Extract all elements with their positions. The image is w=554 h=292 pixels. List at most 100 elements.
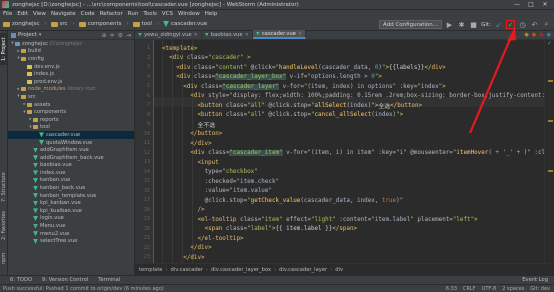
nav-crumb-file[interactable]: cascader.vue [171, 21, 207, 27]
menu-tools[interactable]: Tools [143, 11, 157, 17]
tree-file-item[interactable]: baobiao.vue [8, 162, 134, 170]
project-tool-tab[interactable]: 1: Project [0, 33, 8, 65]
tree-folder-item[interactable]: ▾ zonghejsc D:\zonghejsc [8, 40, 134, 48]
code-line[interactable]: <el-tooltip class= "item" effect= "light" … [154, 215, 544, 225]
tree-file-item[interactable]: quotaWindow.vue [8, 139, 134, 147]
code-line[interactable]: <div class= "cascader_layer" v-for= " (item… [154, 82, 544, 92]
tree-file-item[interactable]: dev.env.js [8, 63, 134, 71]
tree-file-item[interactable]: index.js [8, 70, 134, 78]
code-line[interactable]: <input [154, 158, 544, 168]
line-separator[interactable]: CRLF [463, 286, 476, 292]
nav-crumb-tool[interactable]: tool [142, 21, 152, 27]
close-icon[interactable]: ✕ [245, 32, 249, 38]
code-line[interactable]: :value= " item.value " [154, 187, 544, 197]
tree-folder-item[interactable]: ▾ config [8, 55, 134, 63]
version-control-tool-tab[interactable]: 9: Version Control [42, 277, 88, 283]
tree-file-item[interactable]: cascader.vue [8, 131, 134, 139]
code-editor[interactable]: <template> <div class= "cascader" > <div … [154, 40, 544, 263]
editor-crumb-cascader[interactable]: div.cascader [171, 267, 203, 273]
tab-yewu-zidingyi[interactable]: yewu_zidingyi.vue ✕ [135, 30, 202, 39]
tree-file-item[interactable]: index.vue [8, 169, 134, 177]
tree-folder-item[interactable]: ▸ build [8, 48, 134, 56]
code-line[interactable]: <div class= "cascader_item" v-for= " (item,… [154, 149, 544, 159]
code-line[interactable]: </el-tooltip> [154, 234, 544, 244]
tree-file-item[interactable]: menu2.vue [8, 230, 134, 238]
code-line[interactable]: <button class= "all" @click.stop= " cancel_… [154, 111, 544, 121]
tree-file-item[interactable]: login.vue [8, 215, 134, 223]
search-icon[interactable]: ⌕ [542, 20, 551, 29]
vcs-history-icon[interactable]: ◷ [518, 20, 527, 29]
tree-folder-item[interactable]: ▸ assets [8, 101, 134, 109]
tab-baobiao[interactable]: baobiao.vue ✕ [202, 30, 253, 39]
npm-tool-tab[interactable]: npm [0, 249, 8, 267]
menu-help[interactable]: Help [205, 11, 218, 17]
target-icon[interactable]: ⊕ [102, 32, 107, 39]
browser-firefox-icon[interactable]: ◉ [532, 32, 536, 38]
todo-tool-tab[interactable]: 6: TODO [10, 277, 32, 283]
close-button[interactable]: ✕ [538, 0, 552, 10]
tree-file-item[interactable]: kpi_kuaibao.vue [8, 207, 134, 215]
vcs-update-icon[interactable]: ↙ [494, 20, 503, 29]
maximize-button[interactable]: □ [524, 0, 538, 10]
favorites-tool-tab[interactable]: 2: Favorites [0, 207, 8, 243]
event-log-tool-tab[interactable]: Event Log [522, 277, 554, 283]
editor-crumb-layer-box[interactable]: div.cascader_layer_box [211, 267, 271, 273]
error-stripe[interactable]: ✓ [544, 40, 554, 263]
code-line[interactable]: </button> [154, 130, 544, 140]
warning-marker[interactable] [548, 120, 553, 122]
tree-folder-item[interactable]: ▾ components [8, 108, 134, 116]
nav-crumb-src[interactable]: src [60, 21, 68, 27]
browser-opera-icon[interactable]: ◉ [539, 32, 543, 38]
tree-file-item[interactable]: kanban_back.vue [8, 184, 134, 192]
close-icon[interactable]: ✕ [298, 31, 302, 37]
warning-marker[interactable] [548, 170, 553, 172]
warning-marker[interactable] [548, 80, 553, 82]
menu-navigate[interactable]: Navigate [51, 11, 76, 17]
caret-position[interactable]: 6:33 [446, 286, 457, 292]
vcs-commit-checkmark-icon[interactable]: ✓ [506, 20, 515, 29]
tree-file-item[interactable]: addGraphItem.vue [8, 146, 134, 154]
code-line[interactable]: <button class= "all" @click.stop= " allSele… [154, 101, 544, 111]
tree-folder-item[interactable]: ▸ reports [8, 116, 134, 124]
run-icon[interactable]: ▶ [445, 20, 454, 29]
tab-cascader[interactable]: cascader.vue ✕ [252, 30, 307, 39]
menu-file[interactable]: File [3, 11, 12, 17]
chevron-down-icon[interactable]: ▾ [39, 32, 42, 38]
file-encoding[interactable]: UTF-8 [482, 286, 497, 292]
editor-crumb-div[interactable]: div [335, 267, 343, 273]
editor-crumb-template[interactable]: template [139, 267, 162, 273]
menu-window[interactable]: Window [178, 11, 200, 17]
code-line[interactable]: /> [154, 206, 544, 216]
nav-crumb-components[interactable]: components [88, 21, 122, 27]
browser-chrome-icon[interactable]: ◉ [525, 32, 529, 38]
debug-icon[interactable]: ✱ [457, 20, 466, 29]
browser-ie-icon[interactable]: ◉ [547, 32, 551, 38]
code-line[interactable]: <div class= "cascader" > [154, 54, 544, 64]
tree-file-item[interactable]: kpi_kanban.vue [8, 199, 134, 207]
code-line[interactable]: :checked= " item.check " [154, 177, 544, 187]
code-line[interactable]: <div class= "content" @click= " handleLevel… [154, 63, 544, 73]
tree-folder-item[interactable]: ▾ src [8, 93, 134, 101]
structure-tool-tab[interactable]: 7: Structure [0, 169, 8, 205]
code-line[interactable]: type= "checkbox" [154, 168, 544, 178]
collapse-icon[interactable]: ≑ [110, 32, 115, 39]
minimize-button[interactable]: — [510, 0, 524, 10]
menu-vcs[interactable]: VCS [162, 11, 173, 17]
menu-refactor[interactable]: Refactor [100, 11, 123, 17]
code-line[interactable]: <div class= "cascader_layer_box" v-if= " op… [154, 73, 544, 83]
gear-icon[interactable]: ⚙ [118, 32, 123, 39]
code-line[interactable]: <template> [154, 44, 544, 54]
code-line[interactable]: 全不选 [154, 120, 544, 130]
tree-folder-item[interactable]: ▸ node_modules library root [8, 86, 134, 94]
revert-icon[interactable]: ↶ [530, 20, 539, 29]
tree-file-item[interactable]: selectTree.vue [8, 237, 134, 245]
tree-folder-item[interactable]: ▾ tool [8, 124, 134, 132]
terminal-tool-tab[interactable]: Terminal [98, 277, 120, 283]
add-configuration-button[interactable]: Add Configuration... [379, 20, 442, 29]
line-number-gutter[interactable]: 1 2 3 4 5 6 7 8 9 10 11 12 13 14 15 16 17 18 19 20 21 22 23 [135, 40, 154, 263]
code-line[interactable]: <span class= "label" >{{ item.label }} </sp… [154, 225, 544, 235]
code-line[interactable]: </div> [154, 139, 544, 149]
editor-crumb-layer[interactable]: div.cascader_layer [279, 267, 327, 273]
nav-crumb-project[interactable]: zonghejsc [12, 21, 40, 27]
hide-icon[interactable]: ⇥ [126, 32, 131, 39]
